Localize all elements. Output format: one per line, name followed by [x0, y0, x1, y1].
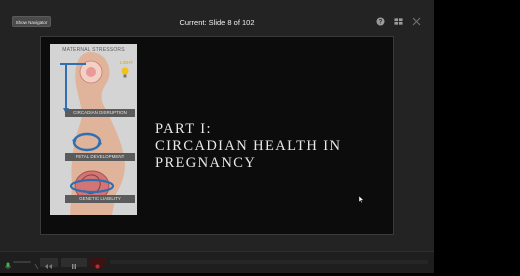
- presentation-viewer: Show Navigator Current: Slide 8 of 102 ?: [0, 0, 434, 273]
- pregnancy-silhouette-illustration: [60, 52, 129, 215]
- mic-icon[interactable]: [5, 258, 11, 269]
- band-fetal-development: FETAL DEVELOPMENT: [65, 153, 135, 161]
- show-navigator-button[interactable]: Show Navigator: [12, 16, 51, 27]
- title-line-2: CIRCADIAN HEALTH IN: [155, 138, 342, 154]
- pause-button[interactable]: [61, 258, 87, 269]
- title-line-1: PART I:: [155, 121, 212, 137]
- timeline-scrubber[interactable]: [110, 260, 428, 264]
- maternal-stressors-figure: MATERNAL STRESSORS LIGHT CIRCADIAN DISRU…: [50, 44, 137, 215]
- title-line-3: PREGNANCY: [155, 155, 257, 171]
- band-circadian-disruption: CIRCADIAN DISRUPTION: [65, 109, 135, 117]
- blank-side-area: [434, 0, 520, 272]
- grid-view-icon[interactable]: [394, 17, 403, 26]
- volume-level-icon: [34, 258, 39, 270]
- top-right-controls: ?: [376, 16, 421, 26]
- rewind-button[interactable]: [40, 258, 58, 269]
- record-button[interactable]: [89, 258, 106, 269]
- help-icon[interactable]: ?: [376, 17, 385, 26]
- current-slide: MATERNAL STRESSORS LIGHT CIRCADIAN DISRU…: [40, 36, 394, 235]
- figure-title: MATERNAL STRESSORS: [62, 47, 125, 53]
- band-genetic-liability: GENETIC LIABILITY: [65, 195, 135, 203]
- svg-text:?: ?: [379, 19, 383, 25]
- cursor-icon: [358, 190, 365, 208]
- slide-counter: Current: Slide 8 of 102: [179, 18, 255, 27]
- slide-title: PART I: CIRCADIAN HEALTH IN PREGNANCY: [155, 121, 341, 172]
- light-label: LIGHT: [120, 60, 134, 65]
- record-icon: [95, 264, 100, 269]
- playback-control-bar: [0, 251, 434, 273]
- close-icon[interactable]: [412, 17, 421, 26]
- volume-slider[interactable]: [13, 261, 31, 263]
